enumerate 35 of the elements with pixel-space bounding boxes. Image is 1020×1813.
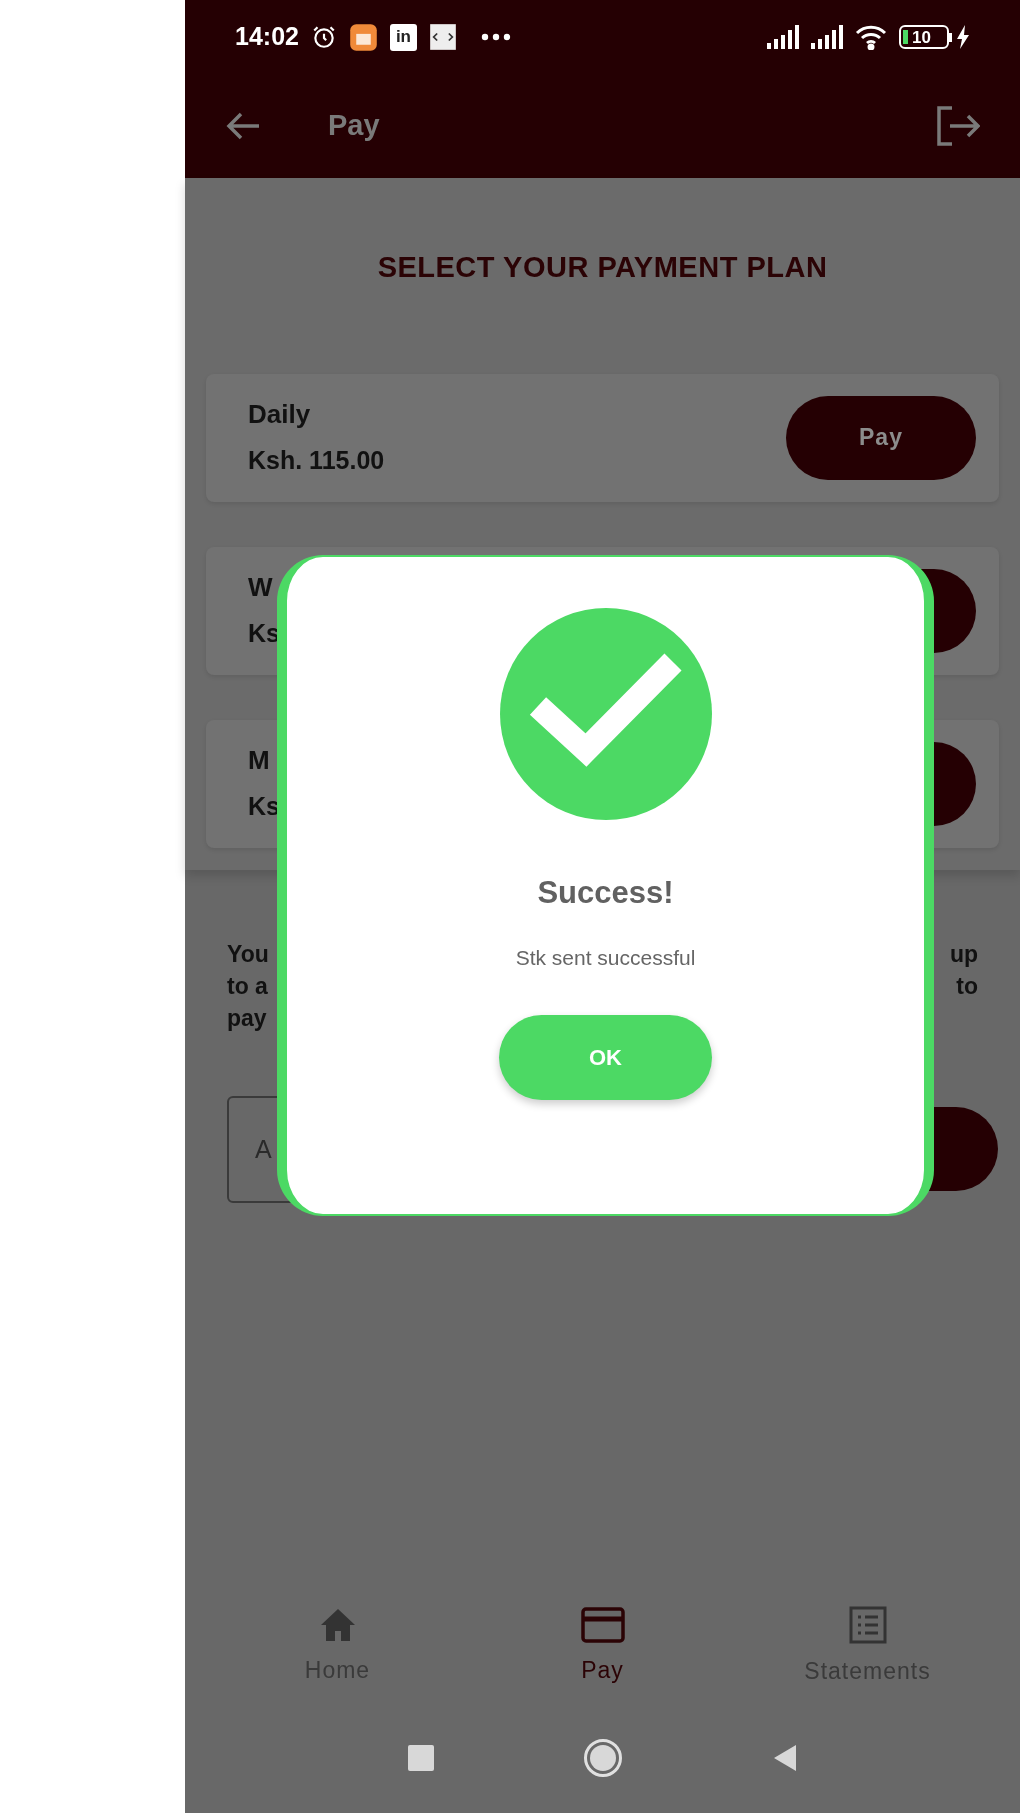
recents-button[interactable]: [407, 1745, 434, 1771]
app-icon: [428, 23, 457, 51]
signal-icon: [811, 25, 843, 49]
dialog-title: Success!: [537, 874, 674, 912]
pay-button[interactable]: Pay: [786, 395, 976, 480]
charging-icon: [956, 25, 970, 49]
success-check-icon: [499, 608, 712, 820]
plan-name: Daily: [248, 398, 312, 432]
nav-tab[interactable]: Pay: [502, 1606, 703, 1688]
plan-price: Ks: [248, 791, 280, 823]
card-icon: [580, 1606, 625, 1643]
home-button[interactable]: [583, 1739, 622, 1777]
note-text: pay: [227, 1003, 268, 1033]
screen-title: Pay: [328, 108, 380, 144]
plan-price: Ksh. 115.00: [248, 445, 385, 477]
section-heading: SELECT YOUR PAYMENT PLAN: [376, 250, 829, 285]
note-text: up: [949, 939, 978, 969]
signal-icon: [767, 25, 799, 49]
note-text: to a: [227, 971, 269, 1001]
note-text: to: [956, 971, 978, 1001]
dialog-message: Stk sent successful: [515, 944, 696, 971]
back-arrow-icon[interactable]: [225, 111, 261, 141]
logout-icon[interactable]: [936, 106, 980, 146]
ok-button[interactable]: OK: [499, 1015, 712, 1100]
list-icon: [848, 1605, 887, 1644]
plan-name: W: [248, 571, 274, 605]
plan-price: Ks: [248, 618, 280, 650]
plan-name: M: [248, 744, 271, 778]
status-time: 14:02: [235, 21, 299, 53]
more-icon: [480, 33, 511, 41]
app-icon: in: [389, 23, 417, 51]
wifi-icon: [855, 24, 887, 50]
note-text: You: [227, 939, 269, 969]
battery-icon: 10: [899, 25, 952, 49]
app-icon: [348, 22, 378, 52]
